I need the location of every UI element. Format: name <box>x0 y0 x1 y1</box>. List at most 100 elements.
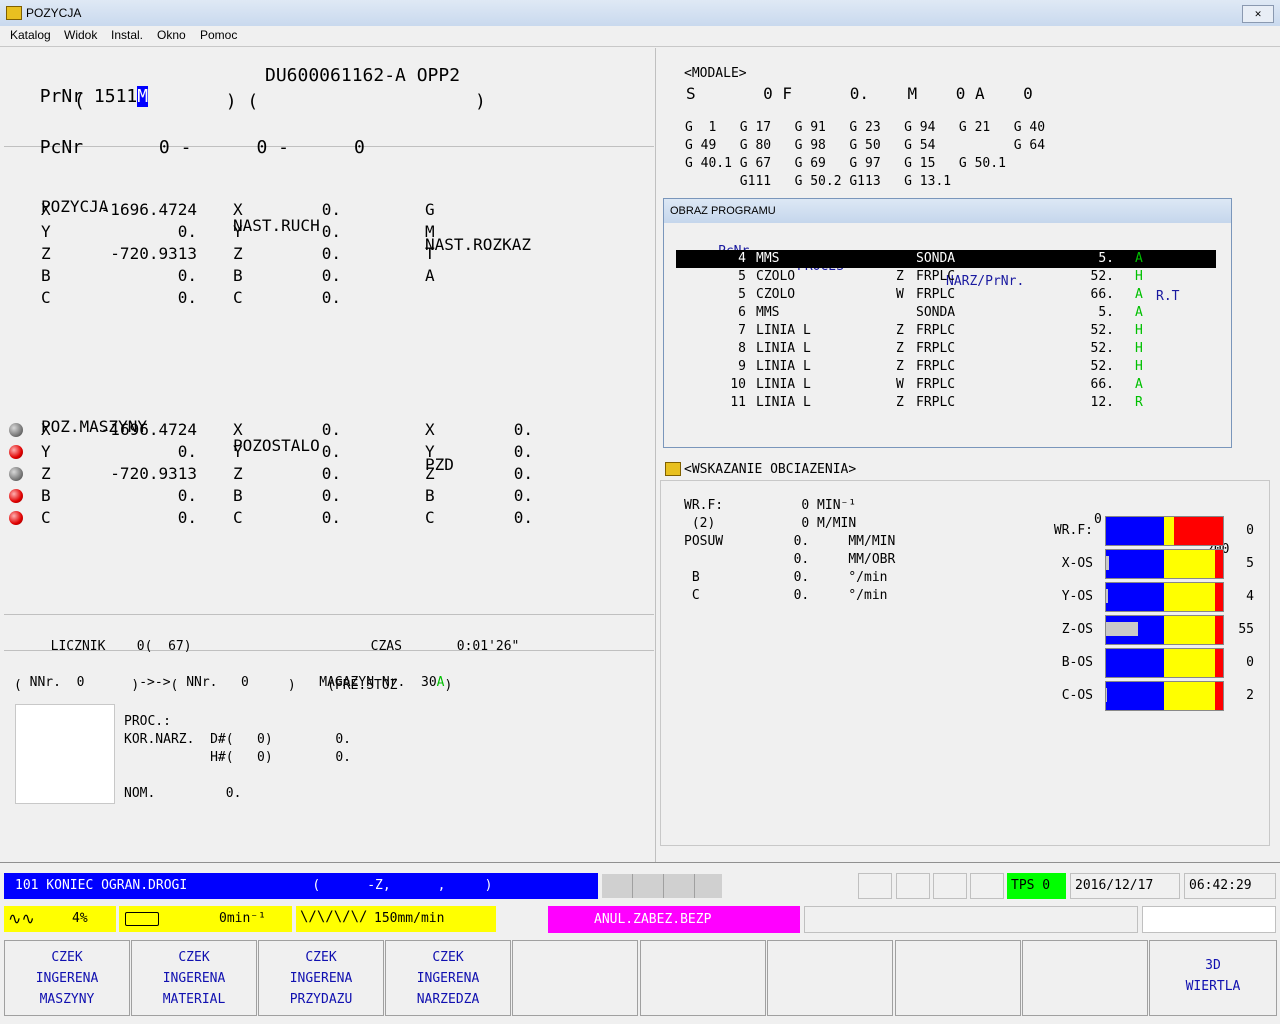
softkey-label: MATERIAL <box>162 992 226 1007</box>
position-row: X -1696.4724 X 0. G <box>41 200 641 222</box>
modal-title: <MODALE> <box>684 66 747 81</box>
softkey-10[interactable]: 3D WIERTLA <box>1149 940 1277 1016</box>
program-row[interactable]: 8 LINIA L Z FRPLC 52. H <box>676 340 1216 358</box>
row-rt: H <box>1135 341 1143 356</box>
load-axis-label: WR.F: <box>1053 523 1093 538</box>
pzd-value: 0. <box>513 420 533 439</box>
pcnr-label: PcNr <box>39 137 84 158</box>
status-slot-1 <box>858 873 892 899</box>
softkey-1[interactable]: CZEK INGERENA MASZYNY <box>4 940 130 1016</box>
menu-katalog[interactable]: Katalog <box>10 28 51 42</box>
pzd-value: 0. <box>513 442 533 461</box>
remaining-value: 0. <box>321 420 341 439</box>
softkey-label: 3D <box>1205 958 1221 973</box>
load-bar-danger-zone <box>1215 550 1223 578</box>
softkey-8[interactable] <box>895 940 1021 1016</box>
warning-text: ANUL.ZABEZ.BEZP <box>594 912 712 927</box>
softkey-7[interactable] <box>767 940 893 1016</box>
correction-line: PROC.: <box>124 714 171 729</box>
softkey-label: INGERENA <box>289 971 353 986</box>
load-axis-label: B-OS <box>1061 655 1093 670</box>
axis-label: Y <box>233 442 243 461</box>
close-button[interactable]: ✕ <box>1242 5 1274 23</box>
load-bar-warning-zone <box>1164 616 1215 644</box>
status-slot-4 <box>970 873 1004 899</box>
position-value: 0. <box>177 222 197 241</box>
spindle-icon <box>664 874 695 898</box>
pcnr-value: 0 - 0 - 0 <box>158 137 365 158</box>
row-prefix: Z <box>896 395 904 410</box>
menu-pomoc[interactable]: Pomoc <box>200 28 237 42</box>
softkey-6[interactable] <box>640 940 766 1016</box>
status-slot-3 <box>933 873 967 899</box>
position-row: Y 0. Y 0. M <box>41 222 641 244</box>
load-bar <box>1105 549 1224 579</box>
row-pcnr: 8 <box>738 341 746 356</box>
softkey-5[interactable] <box>512 940 638 1016</box>
axis-label: X <box>41 420 51 439</box>
counter-row: LICZNIK 0( 67) <box>35 624 192 654</box>
axis-label: X <box>425 420 435 439</box>
menu-okno[interactable]: Okno <box>157 28 186 42</box>
row-value: 52. <box>1090 323 1114 338</box>
softkey-label: INGERENA <box>35 971 99 986</box>
row-process: CZOLO <box>756 269 796 284</box>
program-row[interactable]: 11 LINIA L Z FRPLC 12. R <box>676 394 1216 412</box>
machine-row: B 0. B 0. B 0. <box>8 486 648 508</box>
row-value: 5. <box>1098 251 1114 266</box>
g-code-row: G111 G 50.2 G113 G 13.1 <box>685 174 952 189</box>
menu-widok[interactable]: Widok <box>64 28 97 42</box>
row-tool: FRPLC <box>916 377 956 392</box>
program-view-title: OBRAZ PROGRAMU <box>670 205 776 217</box>
machine-row: X -1696.4724 X 0. X 0. <box>8 420 648 442</box>
softkey-label: CZEK <box>432 950 464 965</box>
next-move-value: 0. <box>321 222 341 241</box>
position-row: Z -720.9313 Z 0. T <box>41 244 641 266</box>
load-bar <box>1105 681 1224 711</box>
load-value: 0 <box>1246 655 1254 670</box>
load-values: WR.F: 0 MIN⁻¹ (2) 0 M/MIN POSUW 0. MM/MIN… <box>684 498 895 606</box>
axis-label: Z <box>233 464 243 483</box>
tool-image-box <box>15 704 115 804</box>
menu-bar: Katalog Widok Instal. Okno Pomoc <box>0 26 1280 47</box>
program-row[interactable]: 9 LINIA L Z FRPLC 52. H <box>676 358 1216 376</box>
row-prefix: Z <box>896 341 904 356</box>
softkey-4[interactable]: CZEK INGERENA NARZEDZA <box>385 940 511 1016</box>
softkey-2[interactable]: CZEK INGERENA MATERIAL <box>131 940 257 1016</box>
softkey-3[interactable]: CZEK INGERENA PRZYDAZU <box>258 940 384 1016</box>
axis-label: X <box>41 200 51 219</box>
load-bar-warning-zone <box>1164 550 1215 578</box>
input-field[interactable] <box>1142 906 1276 933</box>
pzd-value: 0. <box>513 464 533 483</box>
correction-line: NOM. 0. <box>124 786 242 801</box>
softkey-label: INGERENA <box>416 971 480 986</box>
program-row[interactable]: 5 CZOLO W FRPLC 66. A <box>676 286 1216 304</box>
program-name: DU600061162-A OPP2 <box>265 65 461 86</box>
row-rt: A <box>1135 287 1143 302</box>
row-prefix: Z <box>896 323 904 338</box>
load-value: 5 <box>1246 556 1254 571</box>
load-bar <box>1105 582 1224 612</box>
tool-break-icon <box>602 874 633 898</box>
spindle-tool-icon <box>125 912 159 926</box>
machine-position-value: 0. <box>177 508 197 527</box>
axis-label: Y <box>233 222 243 241</box>
program-row[interactable]: 6 MMS SONDA 5. A <box>676 304 1216 322</box>
load-axis-label: X-OS <box>1061 556 1093 571</box>
row-rt: A <box>1135 377 1143 392</box>
load-value-line: C 0. °/min <box>684 588 888 603</box>
axis-label: C <box>41 508 51 527</box>
softkey-9[interactable] <box>1022 940 1148 1016</box>
axis-label: C <box>233 288 243 307</box>
program-row[interactable]: 5 CZOLO Z FRPLC 52. H <box>676 268 1216 286</box>
counter-label: LICZNIK <box>50 639 106 654</box>
program-row[interactable]: 7 LINIA L Z FRPLC 52. H <box>676 322 1216 340</box>
load-bar-danger-zone <box>1174 517 1223 545</box>
menu-instal[interactable]: Instal. <box>111 28 143 42</box>
program-row[interactable]: 10 LINIA L W FRPLC 66. A <box>676 376 1216 394</box>
softkey-label: NARZEDZA <box>416 992 480 1007</box>
feed-value: 150mm/min <box>374 911 445 926</box>
program-row[interactable]: 4 MMS SONDA 5. A <box>676 250 1216 268</box>
axis-label: B <box>41 266 51 285</box>
status-slot-2 <box>896 873 930 899</box>
